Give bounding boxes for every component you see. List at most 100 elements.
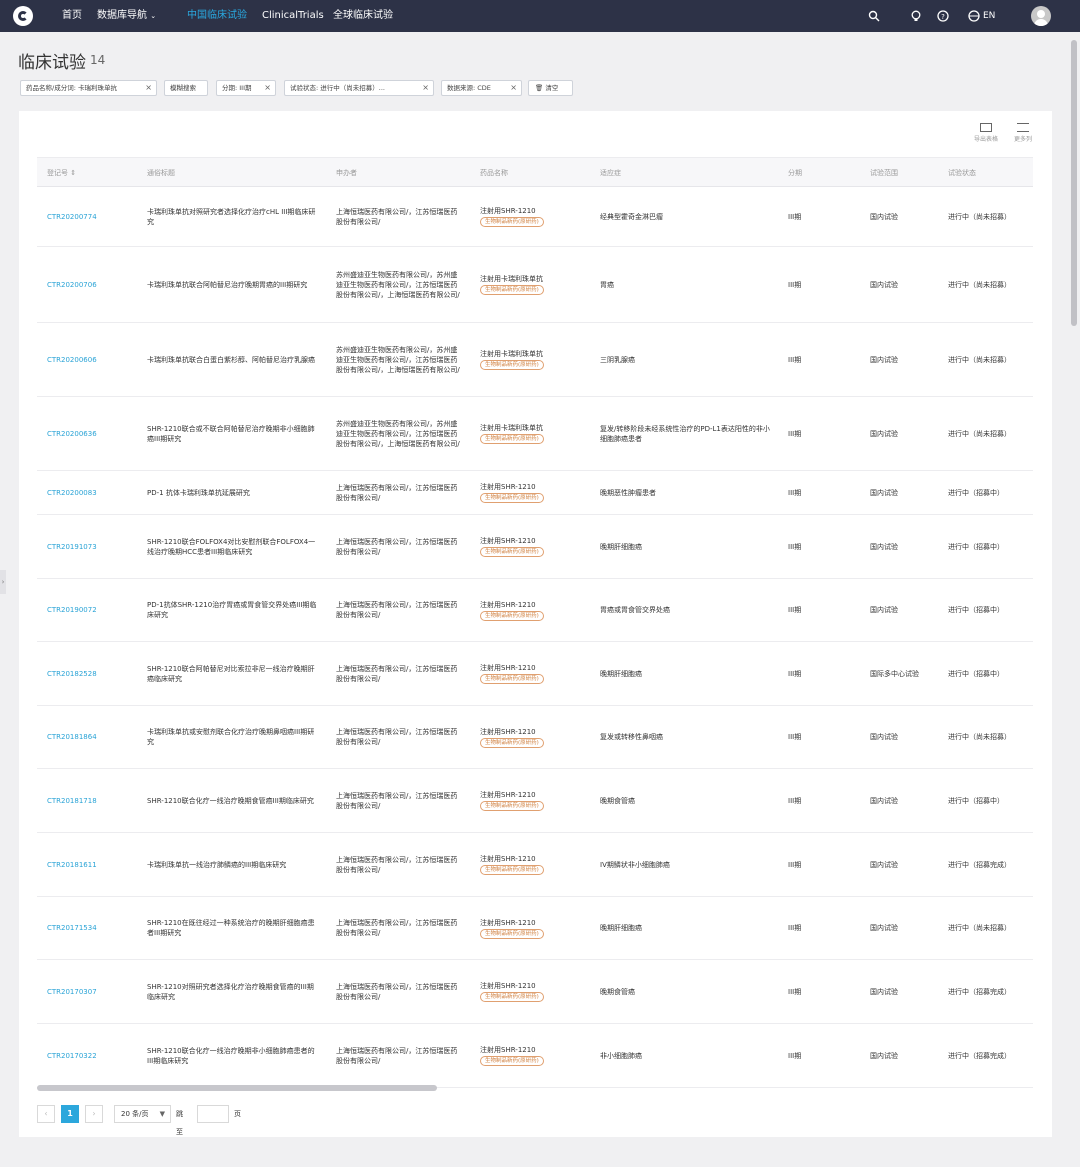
table-row[interactable]: CTR20200636 SHR-1210联合或不联合阿帕替尼治疗晚期非小细胞肺癌I… <box>37 397 1033 471</box>
vertical-scrollbar[interactable] <box>1071 40 1077 326</box>
next-page-button[interactable]: › <box>85 1105 103 1123</box>
trial-title[interactable]: SHR-1210联合化疗一线治疗晚期非小细胞肺癌患者的III期临床研究 <box>147 1046 319 1066</box>
nav-clinicaltrials[interactable]: ClinicalTrials <box>262 0 324 32</box>
trial-id-link[interactable]: CTR20171534 <box>47 923 137 933</box>
table-row[interactable]: CTR20181864 卡瑞利珠单抗或安慰剂联合化疗治疗晚期鼻咽癌III期研究 上海… <box>37 706 1033 769</box>
trial-title[interactable]: SHR-1210联合或不联合阿帕替尼治疗晚期非小细胞肺癌III期研究 <box>147 424 319 444</box>
page-size-select[interactable]: 20 条/页 ▼ <box>114 1105 171 1123</box>
trial-id-link[interactable]: CTR20200774 <box>47 212 137 222</box>
prev-page-button[interactable]: ‹ <box>37 1105 55 1123</box>
trial-status: 进行中（招募中） <box>948 543 1004 551</box>
trial-indication: 晚期恶性肿瘤患者 <box>600 489 656 497</box>
table-row[interactable]: CTR20200706 卡瑞利珠单抗联合阿帕替尼治疗晚期胃癌的III期研究 苏州盛迪… <box>37 247 1033 323</box>
horizontal-scrollbar[interactable] <box>37 1085 437 1091</box>
drug-name: 注射用SHR-1210 <box>480 207 536 215</box>
close-icon[interactable]: × <box>145 81 152 95</box>
table-header: 登记号 ⇕ 通俗标题 申办者 药品名称 适应症 分期 试验范围 试验状态 <box>37 157 1033 187</box>
sidebar-toggle-button[interactable]: › <box>0 570 6 594</box>
drug-type-badge: 生物制品新药(原研药) <box>480 547 544 557</box>
language-switch[interactable]: EN <box>983 0 995 32</box>
trial-drug: 注射用卡瑞利珠单抗 生物制品新药(原研药) <box>480 349 590 370</box>
trial-title[interactable]: SHR-1210对照研究者选择化疗治疗晚期食管癌的III期临床研究 <box>147 982 319 1002</box>
trial-status: 进行中（尚未招募） <box>948 356 1011 364</box>
trial-id-link[interactable]: CTR20200083 <box>47 488 137 498</box>
nav-database[interactable]: 数据库导航 ⌄ <box>97 0 156 32</box>
col-header-drug: 药品名称 <box>480 169 508 177</box>
table-row[interactable]: CTR20171534 SHR-1210在既往经过一种系统治疗的晚期肝细胞癌患者I… <box>37 897 1033 960</box>
col-header-id[interactable]: 登记号 ⇕ <box>47 158 76 188</box>
trial-title[interactable]: SHR-1210联合阿帕替尼对比索拉非尼一线治疗晚期肝癌临床研究 <box>147 664 319 684</box>
goto-page-input[interactable] <box>197 1105 229 1123</box>
table-row[interactable]: CTR20182528 SHR-1210联合阿帕替尼对比索拉非尼一线治疗晚期肝癌临… <box>37 642 1033 706</box>
close-icon[interactable]: × <box>422 81 429 95</box>
table-row[interactable]: CTR20170322 SHR-1210联合化疗一线治疗晚期非小细胞肺癌患者的II… <box>37 1024 1033 1088</box>
nav-china-trials[interactable]: 中国临床试验 <box>187 0 247 32</box>
avatar[interactable] <box>1031 6 1051 26</box>
trial-scope: 国内试验 <box>870 797 898 805</box>
col-header-label: 登记号 <box>47 169 68 177</box>
trial-title[interactable]: SHR-1210联合FOLFOX4对比安慰剂联合FOLFOX4一线治疗晚期HCC… <box>147 537 319 557</box>
help-icon[interactable]: ? <box>937 10 949 22</box>
trial-scope: 国际多中心试验 <box>870 670 919 678</box>
col-header-title: 通俗标题 <box>147 169 175 177</box>
export-table-button[interactable]: 导出表格 <box>972 123 1000 143</box>
top-navbar: 首页 数据库导航 ⌄ 中国临床试验 ClinicalTrials 全球临床试验 … <box>0 0 1080 32</box>
trial-id-link[interactable]: CTR20170322 <box>47 1051 137 1061</box>
drug-name: 注射用SHR-1210 <box>480 791 536 799</box>
trial-id-link[interactable]: CTR20181611 <box>47 860 137 870</box>
bulb-icon[interactable] <box>910 10 922 22</box>
logo-icon[interactable] <box>13 6 33 26</box>
trial-scope: 国内试验 <box>870 489 898 497</box>
nav-home[interactable]: 首页 <box>62 0 82 32</box>
table-row[interactable]: CTR20200083 PD-1 抗体卡瑞利珠单抗延展研究 上海恒瑞医药有限公司/，… <box>37 471 1033 515</box>
filter-chip-fuzzy[interactable]: 模糊搜索 <box>164 80 208 96</box>
trial-indication: 三阴乳腺癌 <box>600 356 635 364</box>
trial-indication: 晚期食管癌 <box>600 797 635 805</box>
more-columns-button[interactable]: 更多列 <box>1009 123 1037 143</box>
table-row[interactable]: CTR20200606 卡瑞利珠单抗联合白蛋白紫杉醇、阿帕替尼治疗乳腺癌 苏州盛迪亚… <box>37 323 1033 397</box>
trial-title[interactable]: 卡瑞利珠单抗或安慰剂联合化疗治疗晚期鼻咽癌III期研究 <box>147 727 319 747</box>
trial-status: 进行中（招募完成） <box>948 861 1011 869</box>
trial-id-link[interactable]: CTR20170307 <box>47 987 137 997</box>
filter-chip-status[interactable]: 试验状态: 进行中（尚未招募）... × <box>284 80 434 96</box>
trial-id-link[interactable]: CTR20181864 <box>47 732 137 742</box>
filter-chip-source[interactable]: 数据来源: CDE × <box>441 80 522 96</box>
trial-title[interactable]: PD-1抗体SHR-1210治疗胃癌或胃食管交界处癌III期临床研究 <box>147 600 319 620</box>
language-icon[interactable] <box>968 10 980 22</box>
trial-id-link[interactable]: CTR20200706 <box>47 280 137 290</box>
trial-status: 进行中（招募完成） <box>948 988 1011 996</box>
table-row[interactable]: CTR20190072 PD-1抗体SHR-1210治疗胃癌或胃食管交界处癌III… <box>37 579 1033 642</box>
more-label: 更多列 <box>1013 136 1032 143</box>
trial-id-link[interactable]: CTR20200636 <box>47 429 137 439</box>
search-icon[interactable] <box>868 10 880 22</box>
trial-id-link[interactable]: CTR20190072 <box>47 605 137 615</box>
filter-chip-label: 试验状态: 进行中（尚未招募）... <box>290 84 385 92</box>
trial-title[interactable]: SHR-1210联合化疗一线治疗晚期食管癌III期临床研究 <box>147 796 319 806</box>
col-header-sponsor: 申办者 <box>336 169 357 177</box>
trial-status: 进行中（招募中） <box>948 670 1004 678</box>
table-row[interactable]: CTR20170307 SHR-1210对照研究者选择化疗治疗晚期食管癌的III期… <box>37 960 1033 1024</box>
trial-id-link[interactable]: CTR20182528 <box>47 669 137 679</box>
filter-chip-drug[interactable]: 药品名称/成分词: 卡瑞利珠单抗 × <box>20 80 157 96</box>
table-row[interactable]: CTR20181718 SHR-1210联合化疗一线治疗晚期食管癌III期临床研究… <box>37 769 1033 833</box>
trial-title[interactable]: 卡瑞利珠单抗联合白蛋白紫杉醇、阿帕替尼治疗乳腺癌 <box>147 355 319 365</box>
clear-filters-button[interactable]: 🗑 清空 <box>528 80 573 96</box>
trial-id-link[interactable]: CTR20181718 <box>47 796 137 806</box>
trial-title[interactable]: SHR-1210在既往经过一种系统治疗的晚期肝细胞癌患者III期研究 <box>147 918 319 938</box>
close-icon[interactable]: × <box>510 81 517 95</box>
page-1-button[interactable]: 1 <box>61 1105 79 1123</box>
trial-title[interactable]: 卡瑞利珠单抗联合阿帕替尼治疗晚期胃癌的III期研究 <box>147 280 319 290</box>
drug-type-badge: 生物制品新药(原研药) <box>480 360 544 370</box>
close-icon[interactable]: × <box>264 81 271 95</box>
trial-id-link[interactable]: CTR20191073 <box>47 542 137 552</box>
table-row[interactable]: CTR20191073 SHR-1210联合FOLFOX4对比安慰剂联合FOLFO… <box>37 515 1033 579</box>
nav-global-trials[interactable]: 全球临床试验 <box>333 0 393 32</box>
sort-icon[interactable]: ⇕ <box>70 169 76 177</box>
trial-title[interactable]: PD-1 抗体卡瑞利珠单抗延展研究 <box>147 488 319 498</box>
table-row[interactable]: CTR20181611 卡瑞利珠单抗一线治疗肺鳞癌的III期临床研究 上海恒瑞医药有… <box>37 833 1033 897</box>
trial-id-link[interactable]: CTR20200606 <box>47 355 137 365</box>
trial-title[interactable]: 卡瑞利珠单抗对照研究者选择化疗治疗cHL III期临床研究 <box>147 207 319 227</box>
table-row[interactable]: CTR20200774 卡瑞利珠单抗对照研究者选择化疗治疗cHL III期临床研究… <box>37 187 1033 247</box>
filter-chip-phase[interactable]: 分期: III期 × <box>216 80 276 96</box>
trial-title[interactable]: 卡瑞利珠单抗一线治疗肺鳞癌的III期临床研究 <box>147 860 319 870</box>
